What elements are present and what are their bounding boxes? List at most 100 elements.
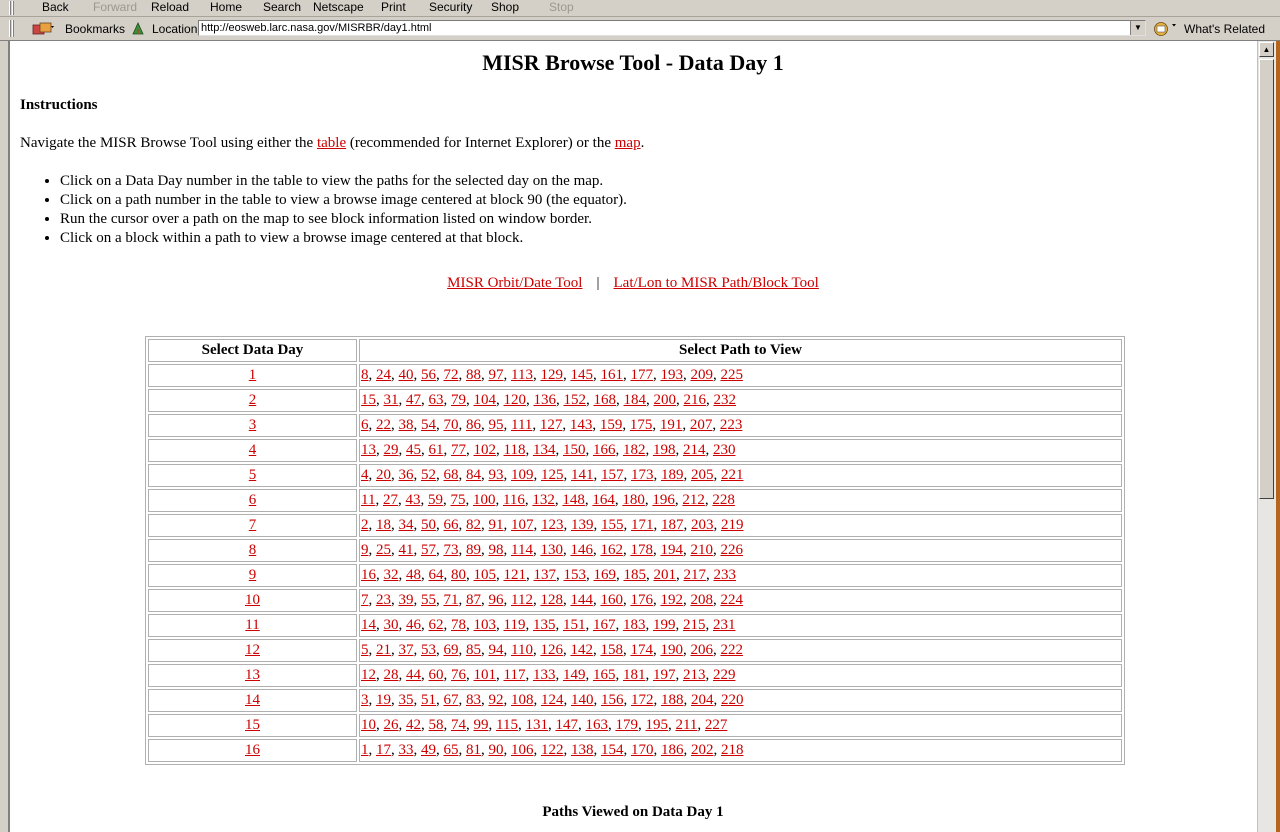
path-link[interactable]: 38 <box>399 417 414 433</box>
path-link[interactable]: 162 <box>600 542 623 558</box>
path-link[interactable]: 200 <box>654 392 677 408</box>
path-link[interactable]: 156 <box>601 692 624 708</box>
scroll-up-arrow-icon[interactable]: ▲ <box>1259 42 1274 57</box>
path-link[interactable]: 22 <box>376 417 391 433</box>
path-link[interactable]: 188 <box>661 692 684 708</box>
path-link[interactable]: 184 <box>624 392 647 408</box>
path-link[interactable]: 142 <box>570 642 593 658</box>
path-link[interactable]: 37 <box>399 642 414 658</box>
vertical-scrollbar[interactable]: ▲ <box>1257 41 1276 832</box>
path-link[interactable]: 49 <box>421 742 436 758</box>
path-link[interactable]: 150 <box>563 442 586 458</box>
back-button[interactable]: Back <box>42 0 69 14</box>
path-link[interactable]: 199 <box>653 617 676 633</box>
path-link[interactable]: 201 <box>654 567 677 583</box>
path-link[interactable]: 42 <box>406 717 421 733</box>
data-day-link[interactable]: 5 <box>249 467 257 483</box>
path-link[interactable]: 220 <box>721 692 744 708</box>
path-link[interactable]: 174 <box>630 642 653 658</box>
path-link[interactable]: 85 <box>466 642 481 658</box>
path-link[interactable]: 131 <box>525 717 548 733</box>
path-link[interactable]: 35 <box>399 692 414 708</box>
path-link[interactable]: 178 <box>630 542 653 558</box>
path-link[interactable]: 93 <box>489 467 504 483</box>
path-link[interactable]: 64 <box>429 567 444 583</box>
path-link[interactable]: 88 <box>466 367 481 383</box>
path-link[interactable]: 166 <box>593 442 616 458</box>
path-link[interactable]: 57 <box>421 542 436 558</box>
path-link[interactable]: 153 <box>564 567 587 583</box>
path-link[interactable]: 141 <box>571 467 594 483</box>
path-link[interactable]: 24 <box>376 367 391 383</box>
path-link[interactable]: 138 <box>571 742 594 758</box>
path-link[interactable]: 67 <box>444 692 459 708</box>
path-link[interactable]: 107 <box>511 517 534 533</box>
path-link[interactable]: 223 <box>720 417 743 433</box>
path-link[interactable]: 125 <box>541 467 564 483</box>
netscape-button[interactable]: Netscape <box>313 0 364 14</box>
path-link[interactable]: 30 <box>384 617 399 633</box>
path-link[interactable]: 60 <box>429 667 444 683</box>
path-link[interactable]: 180 <box>622 492 645 508</box>
path-link[interactable]: 130 <box>540 542 563 558</box>
home-button[interactable]: Home <box>210 0 242 14</box>
path-link[interactable]: 164 <box>592 492 615 508</box>
path-link[interactable]: 20 <box>376 467 391 483</box>
data-day-link[interactable]: 9 <box>249 567 257 583</box>
path-link[interactable]: 65 <box>444 742 459 758</box>
path-link[interactable]: 219 <box>721 517 744 533</box>
path-link[interactable]: 185 <box>624 567 647 583</box>
path-link[interactable]: 106 <box>511 742 534 758</box>
path-link[interactable]: 124 <box>541 692 564 708</box>
path-link[interactable]: 104 <box>474 392 497 408</box>
security-button[interactable]: Security <box>429 0 472 14</box>
reload-button[interactable]: Reload <box>151 0 189 14</box>
path-link[interactable]: 18 <box>376 517 391 533</box>
path-link[interactable]: 204 <box>691 692 714 708</box>
path-link[interactable]: 4 <box>361 467 369 483</box>
path-link[interactable]: 120 <box>504 392 527 408</box>
path-link[interactable]: 210 <box>690 542 713 558</box>
path-link[interactable]: 17 <box>376 742 391 758</box>
path-link[interactable]: 31 <box>384 392 399 408</box>
path-link[interactable]: 132 <box>532 492 555 508</box>
path-link[interactable]: 233 <box>714 567 737 583</box>
path-link[interactable]: 232 <box>714 392 737 408</box>
path-link[interactable]: 23 <box>376 592 391 608</box>
data-day-link[interactable]: 14 <box>245 692 260 708</box>
path-link[interactable]: 181 <box>623 667 646 683</box>
path-link[interactable]: 99 <box>474 717 489 733</box>
path-link[interactable]: 56 <box>421 367 436 383</box>
path-link[interactable]: 151 <box>563 617 586 633</box>
path-link[interactable]: 114 <box>511 542 533 558</box>
path-link[interactable]: 11 <box>361 492 375 508</box>
path-link[interactable]: 5 <box>361 642 369 658</box>
data-day-link[interactable]: 11 <box>245 617 259 633</box>
search-button[interactable]: Search <box>263 0 301 14</box>
path-link[interactable]: 19 <box>376 692 391 708</box>
path-link[interactable]: 26 <box>384 717 399 733</box>
path-link[interactable]: 190 <box>660 642 683 658</box>
data-day-link[interactable]: 4 <box>249 442 257 458</box>
path-link[interactable]: 40 <box>399 367 414 383</box>
path-link[interactable]: 46 <box>406 617 421 633</box>
toolbar-grip[interactable] <box>9 20 15 37</box>
path-link[interactable]: 211 <box>675 717 697 733</box>
path-link[interactable]: 62 <box>429 617 444 633</box>
path-link[interactable]: 177 <box>630 367 653 383</box>
path-link[interactable]: 103 <box>474 617 497 633</box>
path-link[interactable]: 9 <box>361 542 369 558</box>
path-link[interactable]: 192 <box>660 592 683 608</box>
path-link[interactable]: 195 <box>645 717 668 733</box>
path-link[interactable]: 194 <box>660 542 683 558</box>
path-link[interactable]: 168 <box>594 392 617 408</box>
path-link[interactable]: 186 <box>661 742 684 758</box>
path-link[interactable]: 63 <box>429 392 444 408</box>
path-link[interactable]: 182 <box>623 442 646 458</box>
path-link[interactable]: 191 <box>660 417 683 433</box>
path-link[interactable]: 215 <box>683 617 706 633</box>
path-link[interactable]: 96 <box>489 592 504 608</box>
path-link[interactable]: 134 <box>533 442 556 458</box>
data-day-link[interactable]: 7 <box>249 517 257 533</box>
path-link[interactable]: 77 <box>451 442 466 458</box>
